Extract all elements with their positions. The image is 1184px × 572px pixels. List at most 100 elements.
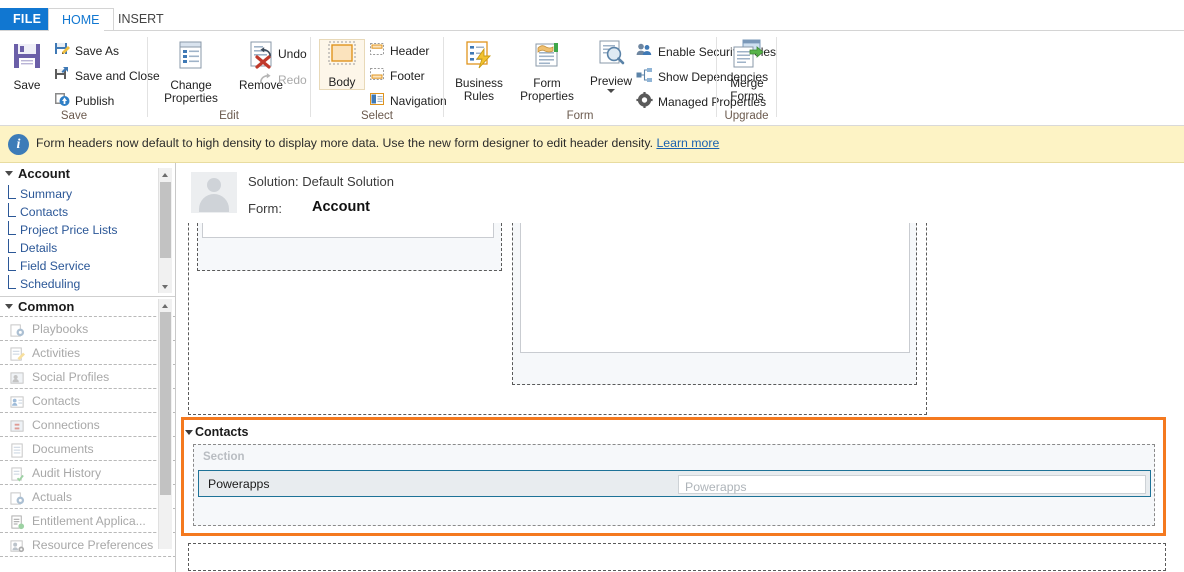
tab-home[interactable]: HOME: [48, 8, 114, 31]
ribbon-group-label-save: Save: [60, 110, 88, 122]
form-section[interactable]: Section Powerapps Powerapps: [193, 444, 1155, 526]
nav-item-label: Actuals: [32, 490, 72, 504]
selected-form-tab-contacts[interactable]: Contacts Section Powerapps Powerapps: [181, 417, 1166, 536]
account-avatar: [191, 172, 237, 213]
section-label: Section: [203, 451, 245, 463]
save-and-close-icon: [54, 66, 70, 85]
nav-item-contacts[interactable]: Contacts: [0, 203, 175, 221]
common-nav-section: Common Playbooks Activities Social Profi…: [0, 296, 175, 572]
save-and-close-button[interactable]: Save and Close: [54, 64, 160, 87]
collapse-triangle-icon[interactable]: [5, 171, 13, 176]
scroll-up-arrow-icon[interactable]: [159, 168, 172, 181]
form-properties-icon: [531, 39, 563, 74]
notification-message: Form headers now default to high density…: [36, 136, 654, 150]
field-input[interactable]: Powerapps: [678, 475, 1146, 494]
nav-item-label: Project Price Lists: [20, 223, 118, 237]
body-button[interactable]: Body: [319, 39, 365, 90]
footer-button[interactable]: Footer: [369, 64, 425, 87]
tab-insert[interactable]: INSERT: [105, 8, 177, 30]
nav-item-documents[interactable]: Documents: [0, 436, 175, 461]
nav-item-activities[interactable]: Activities: [0, 340, 175, 365]
undo-button[interactable]: Undo: [258, 42, 307, 65]
form-tab-below-1[interactable]: [188, 543, 1166, 571]
nav-item-label: Entitlement Applica...: [32, 514, 146, 528]
scrollbar-thumb[interactable]: [160, 182, 171, 258]
show-dependencies-icon: [636, 67, 653, 86]
nav-item-label: Contacts: [32, 394, 81, 408]
solution-name: Solution: Default Solution: [248, 174, 394, 189]
scroll-up-arrow-icon[interactable]: [159, 299, 172, 312]
tab-header-contacts[interactable]: Contacts: [184, 420, 1163, 442]
save-button[interactable]: Save: [5, 39, 49, 92]
redo-button[interactable]: Redo: [258, 68, 307, 91]
tree-elbow-icon: [8, 239, 16, 253]
change-properties-icon: [174, 39, 208, 76]
nav-item-label: Summary: [20, 187, 73, 201]
tree-elbow-icon: [8, 275, 16, 289]
subgrid-placeholder-right[interactable]: [520, 223, 910, 353]
publish-label: Publish: [75, 93, 115, 108]
nav-item-social-profiles[interactable]: Social Profiles: [0, 364, 175, 389]
nav-item-resource-preferences[interactable]: Resource Preferences: [0, 532, 175, 557]
account-nav-scrollbar[interactable]: [158, 168, 172, 293]
nav-item-playbooks[interactable]: Playbooks: [0, 316, 175, 341]
nav-item-summary[interactable]: Summary: [0, 185, 175, 203]
preview-button[interactable]: Preview: [586, 39, 636, 93]
nav-item-actuals[interactable]: Actuals: [0, 484, 175, 509]
scrollbar-thumb[interactable]: [160, 312, 171, 495]
scroll-down-arrow-icon[interactable]: [159, 280, 172, 293]
header-label: Header: [390, 43, 430, 58]
business-rules-button[interactable]: Business Rules: [450, 39, 508, 103]
nav-group-common-header[interactable]: Common: [0, 297, 175, 317]
subgrid-placeholder-left[interactable]: [202, 223, 494, 238]
save-button-label: Save: [13, 78, 41, 92]
actuals-icon: [10, 490, 25, 505]
merge-forms-icon: [730, 39, 764, 74]
nav-group-common-label: Common: [18, 299, 75, 314]
nav-item-field-service[interactable]: Field Service: [0, 257, 175, 275]
field-input-placeholder: Powerapps: [685, 480, 747, 494]
nav-item-label: Details: [20, 241, 58, 255]
footer-label: Footer: [390, 68, 425, 83]
learn-more-link[interactable]: Learn more: [656, 136, 719, 150]
merge-forms-button[interactable]: Merge Forms: [721, 39, 773, 103]
save-floppy-icon: [10, 39, 44, 76]
account-nav-section: Account Summary Contacts Project Price L…: [0, 163, 175, 296]
undo-icon: [258, 45, 273, 63]
nav-item-label: Field Service: [20, 259, 91, 273]
ribbon-group-label-select: Select: [361, 110, 393, 122]
collapse-triangle-icon[interactable]: [5, 304, 13, 309]
tree-elbow-icon: [8, 257, 16, 271]
nav-item-label: Connections: [32, 418, 100, 432]
info-icon: i: [8, 134, 29, 155]
form-properties-button[interactable]: Form Properties: [514, 39, 580, 103]
nav-item-scheduling[interactable]: Scheduling: [0, 275, 175, 293]
notification-bar: i Form headers now default to high densi…: [0, 126, 1184, 163]
navigation-button[interactable]: Navigation: [369, 89, 447, 112]
nav-item-audit-history[interactable]: Audit History: [0, 460, 175, 485]
preview-chevron-down-icon[interactable]: [607, 89, 615, 93]
common-nav-scrollbar[interactable]: [158, 299, 172, 549]
connections-icon: [10, 418, 25, 433]
change-properties-button[interactable]: Change Properties: [156, 39, 226, 105]
nav-group-account-header[interactable]: Account: [0, 163, 175, 185]
nav-item-connections[interactable]: Connections: [0, 412, 175, 437]
nav-item-contacts[interactable]: Contacts: [0, 388, 175, 413]
form-properties-line2: Properties: [520, 89, 574, 103]
notification-text: Form headers now default to high density…: [36, 136, 719, 150]
ribbon-group-label-edit: Edit: [219, 110, 239, 122]
ribbon-group-save: Save Save As Save and Close Publish Save: [0, 31, 160, 125]
form-field-row[interactable]: Powerapps Powerapps: [198, 470, 1151, 497]
tree-elbow-icon: [8, 203, 16, 217]
collapse-triangle-icon[interactable]: [185, 430, 193, 435]
tab-file[interactable]: FILE: [0, 8, 55, 30]
nav-item-label: Resource Preferences: [32, 538, 154, 552]
nav-item-entitlement-applications[interactable]: Entitlement Applica...: [0, 508, 175, 533]
tree-elbow-icon: [8, 221, 16, 235]
publish-button[interactable]: Publish: [54, 89, 114, 112]
header-button[interactable]: Header: [369, 39, 429, 62]
nav-item-details[interactable]: Details: [0, 239, 175, 257]
save-as-button[interactable]: Save As: [54, 39, 119, 62]
page-title: Account: [312, 199, 370, 215]
nav-item-project-price-lists[interactable]: Project Price Lists: [0, 221, 175, 239]
